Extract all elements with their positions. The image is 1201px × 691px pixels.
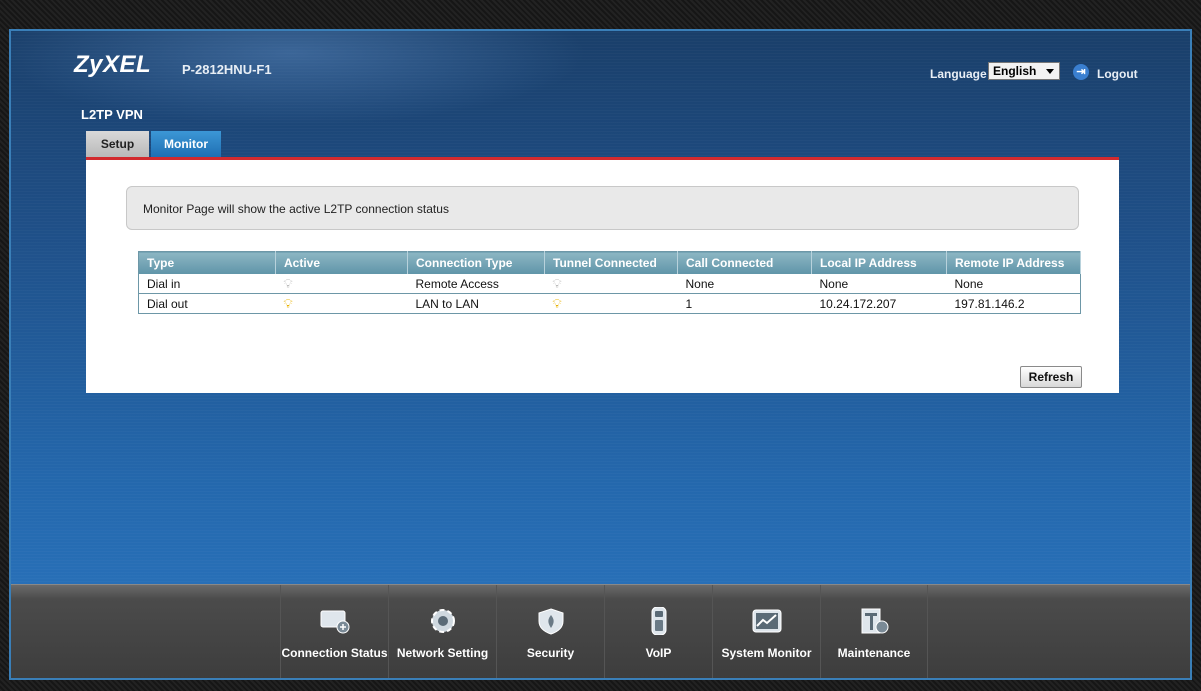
maintenance-icon [861, 608, 889, 634]
nav-network-setting[interactable]: Network Setting [388, 585, 496, 678]
bottom-nav: Connection Status Network Setting Securi… [11, 584, 1190, 678]
tab-monitor[interactable]: Monitor [151, 131, 221, 157]
col-type: Type [138, 251, 276, 274]
bulb-off-icon: 💡︎ [283, 275, 293, 291]
info-message: Monitor Page will show the active L2TP c… [126, 186, 1079, 230]
nav-label: Network Setting [396, 646, 489, 660]
col-connection-type: Connection Type [407, 251, 545, 274]
language-value: English [993, 64, 1037, 78]
cell-local-ip: 10.24.172.207 [811, 293, 947, 314]
cell-type: Dial out [138, 293, 276, 314]
language-select[interactable]: English [988, 62, 1060, 80]
cell-connection-type: Remote Access [407, 274, 545, 294]
router-frame: ZyXEL P-2812HNU-F1 Language : English ⇥ … [9, 29, 1192, 680]
col-call-connected: Call Connected [677, 251, 812, 274]
cell-active: 💡︎ [275, 274, 408, 294]
nav-label: Maintenance [837, 646, 911, 660]
phone-icon [651, 607, 666, 635]
bulb-off-icon: 💡︎ [552, 275, 562, 291]
tab-setup[interactable]: Setup [86, 131, 149, 157]
col-local-ip: Local IP Address [811, 251, 947, 274]
bulb-on-icon: 💡︎ [552, 295, 562, 311]
model-name: P-2812HNU-F1 [182, 62, 272, 77]
nav-label: Connection Status [281, 646, 388, 660]
cell-remote-ip: 197.81.146.2 [946, 293, 1081, 314]
language-label: Language : [930, 67, 995, 81]
table-row: Dial out 💡︎ LAN to LAN 💡︎ 1 10.24.172.20… [138, 293, 1081, 314]
nav-connection-status[interactable]: Connection Status [280, 585, 388, 678]
monitor-chart-icon [752, 609, 781, 633]
bulb-on-icon: 💡︎ [283, 295, 293, 311]
col-active: Active [275, 251, 408, 274]
cell-call-connected: 1 [677, 293, 812, 314]
nav-label: System Monitor [721, 646, 812, 660]
logout-link[interactable]: Logout [1097, 67, 1138, 81]
table-header-row: Type Active Connection Type Tunnel Conne… [138, 251, 1081, 274]
nav-label: Security [526, 646, 575, 660]
zyxel-logo: ZyXEL [74, 51, 152, 78]
nav-voip[interactable]: VoIP [604, 585, 712, 678]
nav-maintenance[interactable]: Maintenance [820, 585, 928, 678]
nav-security[interactable]: Security [496, 585, 604, 678]
cell-remote-ip: None [946, 274, 1081, 294]
cell-call-connected: None [677, 274, 812, 294]
connection-status-icon [320, 610, 349, 634]
cell-type: Dial in [138, 274, 276, 294]
cell-tunnel-connected: 💡︎ [544, 293, 678, 314]
cell-connection-type: LAN to LAN [407, 293, 545, 314]
col-tunnel-connected: Tunnel Connected [544, 251, 678, 274]
nav-system-monitor[interactable]: System Monitor [712, 585, 820, 678]
table-row: Dial in 💡︎ Remote Access 💡︎ None None No… [138, 274, 1081, 294]
refresh-button[interactable]: Refresh [1020, 366, 1082, 388]
content-panel: Monitor Page will show the active L2TP c… [86, 157, 1119, 393]
l2tp-status-table: Type Active Connection Type Tunnel Conne… [138, 251, 1081, 314]
logout-icon[interactable]: ⇥ [1073, 64, 1089, 80]
cell-tunnel-connected: 💡︎ [544, 274, 678, 294]
col-remote-ip: Remote IP Address [946, 251, 1081, 274]
shield-icon [538, 608, 563, 635]
chevron-down-icon [1046, 69, 1054, 74]
nav-label: VoIP [645, 646, 672, 660]
cell-local-ip: None [811, 274, 947, 294]
page-title: L2TP VPN [81, 107, 143, 122]
cell-active: 💡︎ [275, 293, 408, 314]
gear-icon [430, 609, 455, 633]
